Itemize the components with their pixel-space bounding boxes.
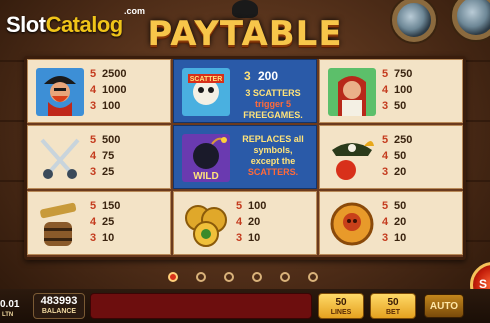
pay-value: 100 xyxy=(248,200,267,212)
pay-value: 75 xyxy=(102,150,115,162)
spyglass-barrel-icon xyxy=(40,202,77,246)
pay-value: 10 xyxy=(394,232,407,244)
pay-value: 500 xyxy=(102,134,121,146)
page-dot[interactable] xyxy=(196,272,206,282)
pirate-hat-parrot-icon xyxy=(332,141,374,180)
paytable-pagination xyxy=(168,272,328,284)
pay-value: 25 xyxy=(102,216,115,228)
game-background: SlotCatalog .com PAYTABLE 5 2500 4 1000 31… xyxy=(0,0,490,323)
pay-count: 5 xyxy=(90,200,97,212)
gold-coins-icon xyxy=(185,205,227,247)
pay-value: 150 xyxy=(102,200,121,212)
pay-value: 2500 xyxy=(102,68,127,80)
bet-per-line-value: 0.01 xyxy=(0,299,20,310)
scatter-count: 3 xyxy=(244,69,251,83)
paytable-cell-pirate-woman: 5 750 4 100 3 50 xyxy=(319,59,463,123)
control-bar: 0.01 LTN 483993 BALANCE 50 LINES 50 BET … xyxy=(0,289,490,323)
pay-value: 50 xyxy=(394,100,407,112)
pay-count: 4 xyxy=(382,84,389,96)
pay-value: 50 xyxy=(394,150,407,162)
bet-label: BET xyxy=(386,309,400,316)
paytable-cell-spyglass-barrel: 5 150 4 25 3 10 xyxy=(27,191,171,255)
pay-count: 3 xyxy=(90,232,97,244)
balance-label: BALANCE xyxy=(41,308,77,315)
scatter-skull-icon: SCATTER xyxy=(182,68,230,116)
page-dot[interactable] xyxy=(224,272,234,282)
watermark-text: SlotCatalog xyxy=(6,12,123,37)
pay-value: 10 xyxy=(102,232,115,244)
pay-value: 100 xyxy=(394,84,413,96)
paytable-cell-wild: WILD REPLACES all symbols, except the SC… xyxy=(173,125,317,189)
pay-count: 5 xyxy=(236,200,243,212)
bet-selector[interactable]: 50 BET xyxy=(370,293,416,319)
paytable-cell-skull-coin: 5 50 4 20 3 10 xyxy=(319,191,463,255)
pay-count: 4 xyxy=(90,216,97,228)
paytable-cell-pirate-hat-parrot: 5 250 4 50 3 20 xyxy=(319,125,463,189)
pay-count: 4 xyxy=(382,150,389,162)
pay-count: 4 xyxy=(90,84,97,96)
pay-count: 4 xyxy=(382,216,389,228)
pay-count: 5 xyxy=(382,134,389,146)
paytable-cell-scatter: SCATTER 3 200 3 SCATTERS trigger 5 FREEG… xyxy=(173,59,317,123)
pay-value: 1000 xyxy=(102,84,127,96)
page-dot[interactable] xyxy=(308,272,318,282)
pay-count: 3 xyxy=(90,166,97,178)
paytable-board: 5 2500 4 1000 3 100 SCATTER 3 200 3 SCATTER… xyxy=(24,56,466,260)
pay-count: 3 xyxy=(236,232,243,244)
scatter-pay: 200 xyxy=(258,69,279,83)
pay-value: 50 xyxy=(394,200,407,212)
wild-description: REPLACES all symbols, except the SCATTER… xyxy=(242,134,304,177)
pay-count: 5 xyxy=(90,134,97,146)
page-dot[interactable] xyxy=(168,272,178,282)
page-title: PAYTABLE xyxy=(147,14,343,54)
pay-count: 5 xyxy=(382,200,389,212)
autoplay-button[interactable]: AUTO xyxy=(424,294,464,318)
bet-per-line-label: LTN xyxy=(2,312,14,318)
lines-value: 50 xyxy=(335,297,347,308)
pay-count: 3 xyxy=(382,100,389,112)
pay-value: 10 xyxy=(248,232,261,244)
lines-selector[interactable]: 50 LINES xyxy=(318,293,364,319)
page-dot[interactable] xyxy=(280,272,290,282)
pay-count: 3 xyxy=(382,166,389,178)
pay-count: 3 xyxy=(382,232,389,244)
scatter-description: 3 SCATTERS trigger 5 FREEGAMES. xyxy=(243,88,303,120)
pay-value: 20 xyxy=(394,166,407,178)
pay-count: 4 xyxy=(236,216,243,228)
pay-count: 5 xyxy=(90,68,97,80)
pay-count: 5 xyxy=(382,68,389,80)
paytable-cell-gold-coins: 5 100 4 20 3 10 xyxy=(173,191,317,255)
bet-value: 50 xyxy=(387,297,399,308)
pay-count: 3 xyxy=(90,100,97,112)
skull-coin-icon xyxy=(330,202,374,246)
porthole-window xyxy=(452,0,490,40)
pay-value: 250 xyxy=(394,134,413,146)
bet-per-line-display: 0.01 LTN xyxy=(0,293,30,319)
paytable-cell-pirate-captain: 5 2500 4 1000 3 100 xyxy=(27,59,171,123)
pirate-woman-icon xyxy=(328,68,376,116)
paytable-cell-crossed-sabres: 5 500 4 75 3 25 xyxy=(27,125,171,189)
pay-value: 20 xyxy=(394,216,407,228)
porthole-window xyxy=(392,0,436,42)
lines-label: LINES xyxy=(330,309,352,316)
autoplay-label: AUTO xyxy=(429,301,459,312)
pay-value: 100 xyxy=(102,100,121,112)
balance-value: 483993 xyxy=(40,295,78,307)
wild-label: WILD xyxy=(193,171,219,182)
pay-value: 20 xyxy=(248,216,261,228)
balance-display: 483993 BALANCE xyxy=(33,293,85,319)
pay-count: 4 xyxy=(90,150,97,162)
wild-bomb-icon: WILD xyxy=(182,134,230,182)
pirate-captain-icon xyxy=(36,68,84,116)
page-dot[interactable] xyxy=(252,272,262,282)
pay-value: 750 xyxy=(394,68,413,80)
crossed-sabres-icon xyxy=(40,138,80,179)
scatter-label: SCATTER xyxy=(190,76,223,83)
pay-value: 25 xyxy=(102,166,115,178)
message-bar xyxy=(90,293,312,319)
